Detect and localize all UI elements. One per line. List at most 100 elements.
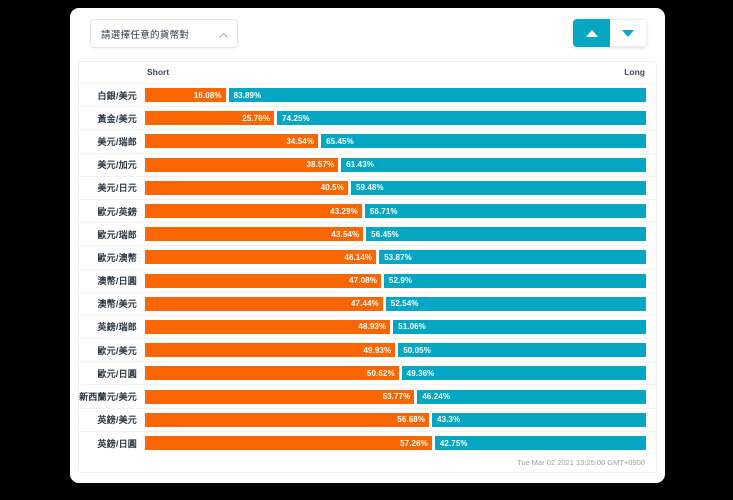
row-label: 英鎊/日圓: [79, 437, 145, 450]
short-value-label: 43.54%: [331, 230, 359, 239]
long-bar: 52.9%: [384, 274, 646, 288]
short-bar: 46.14%: [145, 250, 376, 264]
row-label: 新西蘭元/美元: [79, 390, 145, 403]
table-row[interactable]: 歐元/澳幣 46.14% 53.87%: [79, 246, 656, 269]
row-label: 美元/瑞郎: [79, 135, 145, 148]
long-value-label: 59.48%: [356, 183, 384, 192]
app-root: 請選擇任意的貨幣對 Short Long: [0, 0, 733, 500]
long-value-label: 65.45%: [326, 137, 354, 146]
long-bar: 42.75%: [435, 436, 646, 450]
row-bars: 57.26% 42.75%: [145, 436, 646, 450]
row-label: 英鎊/美元: [79, 413, 145, 426]
row-bars: 40.5% 59.48%: [145, 181, 646, 195]
long-bar: 50.05%: [398, 343, 646, 357]
sentiment-rows: 白銀/美元16.08%83.89%黃金/美元25.76%74.25%美元/瑞郎3…: [79, 84, 656, 455]
table-row[interactable]: 歐元/英鎊 43.29% 56.71%: [79, 200, 656, 223]
row-bars: 53.77% 46.24%: [145, 390, 646, 404]
long-value-label: 42.75%: [440, 439, 468, 448]
short-value-label: 53.77%: [383, 392, 411, 401]
long-bar: 61.43%: [341, 158, 646, 172]
row-bars: 47.44%52.54%: [145, 297, 646, 311]
card-toolbar: 請選擇任意的貨幣對: [70, 8, 665, 56]
long-value-label: 43.3%: [437, 415, 460, 424]
sentiment-table-panel: Short Long 白銀/美元16.08%83.89%黃金/美元25.76%7…: [78, 61, 657, 473]
table-row[interactable]: 美元/瑞郎34.54%65.45%: [79, 130, 656, 153]
short-bar: 47.08%: [145, 274, 381, 288]
table-row[interactable]: 英鎊/瑞郎 48.93% 51.06%: [79, 316, 656, 339]
row-bars: 50.62%49.36%: [145, 366, 646, 380]
row-bars: 43.29% 56.71%: [145, 204, 646, 218]
row-bars: 49.93% 50.05%: [145, 343, 646, 357]
short-value-label: 46.14%: [344, 253, 372, 262]
row-label: 歐元/美元: [79, 344, 145, 357]
column-header-short: Short: [147, 67, 169, 77]
short-bar: 56.68%: [145, 413, 429, 427]
table-row[interactable]: 歐元/瑞郎43.54%56.45%: [79, 223, 656, 246]
sort-ascending-button[interactable]: [573, 19, 610, 47]
short-value-label: 38.57%: [307, 160, 335, 169]
short-value-label: 56.68%: [397, 415, 425, 424]
short-value-label: 43.29%: [330, 207, 358, 216]
long-bar: 43.3%: [432, 413, 646, 427]
short-value-label: 47.44%: [351, 299, 379, 308]
long-bar: 56.71%: [365, 204, 646, 218]
table-row[interactable]: 英鎊/日圓 57.26% 42.75%: [79, 432, 656, 455]
short-value-label: 48.93%: [358, 322, 386, 331]
table-row[interactable]: 英鎊/美元 56.68% 43.3%: [79, 409, 656, 432]
long-value-label: 74.25%: [282, 114, 310, 123]
long-value-label: 56.45%: [371, 230, 399, 239]
row-label: 歐元/澳幣: [79, 251, 145, 264]
short-bar: 38.57%: [145, 158, 338, 172]
long-value-label: 56.71%: [370, 207, 398, 216]
short-value-label: 47.08%: [349, 276, 377, 285]
table-row[interactable]: 澳幣/日圓 47.08% 52.9%: [79, 270, 656, 293]
long-bar: 83.89%: [229, 88, 646, 102]
long-bar: 65.45%: [321, 134, 646, 148]
row-label: 白銀/美元: [79, 89, 145, 102]
short-value-label: 57.26%: [400, 439, 428, 448]
long-bar: 53.87%: [379, 250, 646, 264]
sort-descending-button[interactable]: [610, 19, 647, 47]
row-bars: 56.68% 43.3%: [145, 413, 646, 427]
row-label: 英鎊/瑞郎: [79, 320, 145, 333]
short-bar: 16.08%: [145, 88, 226, 102]
chevron-up-icon: [218, 28, 229, 39]
table-row[interactable]: 歐元/日圓50.62%49.36%: [79, 362, 656, 385]
table-row[interactable]: 歐元/美元 49.93% 50.05%: [79, 339, 656, 362]
table-row[interactable]: 美元/日元40.5%59.48%: [79, 177, 656, 200]
short-bar: 25.76%: [145, 111, 274, 125]
sentiment-card: 請選擇任意的貨幣對 Short Long: [70, 8, 665, 483]
short-bar: 57.26%: [145, 436, 432, 450]
row-label: 澳幣/美元: [79, 297, 145, 310]
row-label: 歐元/英鎊: [79, 205, 145, 218]
short-value-label: 25.76%: [242, 114, 270, 123]
long-bar: 59.48%: [351, 181, 646, 195]
table-row[interactable]: 新西蘭元/美元 53.77% 46.24%: [79, 385, 656, 408]
table-row[interactable]: 白銀/美元 16.08% 83.89%: [79, 84, 656, 107]
long-value-label: 51.06%: [398, 322, 426, 331]
table-row[interactable]: 黃金/美元25.76%74.25%: [79, 107, 656, 130]
row-label: 澳幣/日圓: [79, 274, 145, 287]
long-bar: 51.06%: [393, 320, 646, 334]
short-bar: 53.77%: [145, 390, 414, 404]
row-bars: 25.76% 74.25%: [145, 111, 646, 125]
sort-button-group: [573, 19, 647, 47]
short-bar: 47.44%: [145, 297, 383, 311]
row-bars: 34.54%65.45%: [145, 134, 646, 148]
short-value-label: 16.08%: [194, 91, 222, 100]
long-value-label: 46.24%: [422, 392, 450, 401]
triangle-up-icon: [586, 30, 598, 37]
row-bars: 16.08% 83.89%: [145, 88, 646, 102]
row-bars: 48.93% 51.06%: [145, 320, 646, 334]
short-value-label: 49.93%: [363, 346, 391, 355]
short-bar: 43.54%: [145, 227, 363, 241]
table-row[interactable]: 澳幣/美元47.44%52.54%: [79, 293, 656, 316]
currency-pair-select[interactable]: 請選擇任意的貨幣對: [90, 19, 238, 48]
long-value-label: 61.43%: [346, 160, 374, 169]
short-bar: 40.5%: [145, 181, 348, 195]
long-value-label: 49.36%: [407, 369, 435, 378]
short-bar: 48.93%: [145, 320, 390, 334]
short-bar: 43.29%: [145, 204, 362, 218]
table-row[interactable]: 美元/加元38.57%61.43%: [79, 154, 656, 177]
long-bar: 74.25%: [277, 111, 646, 125]
